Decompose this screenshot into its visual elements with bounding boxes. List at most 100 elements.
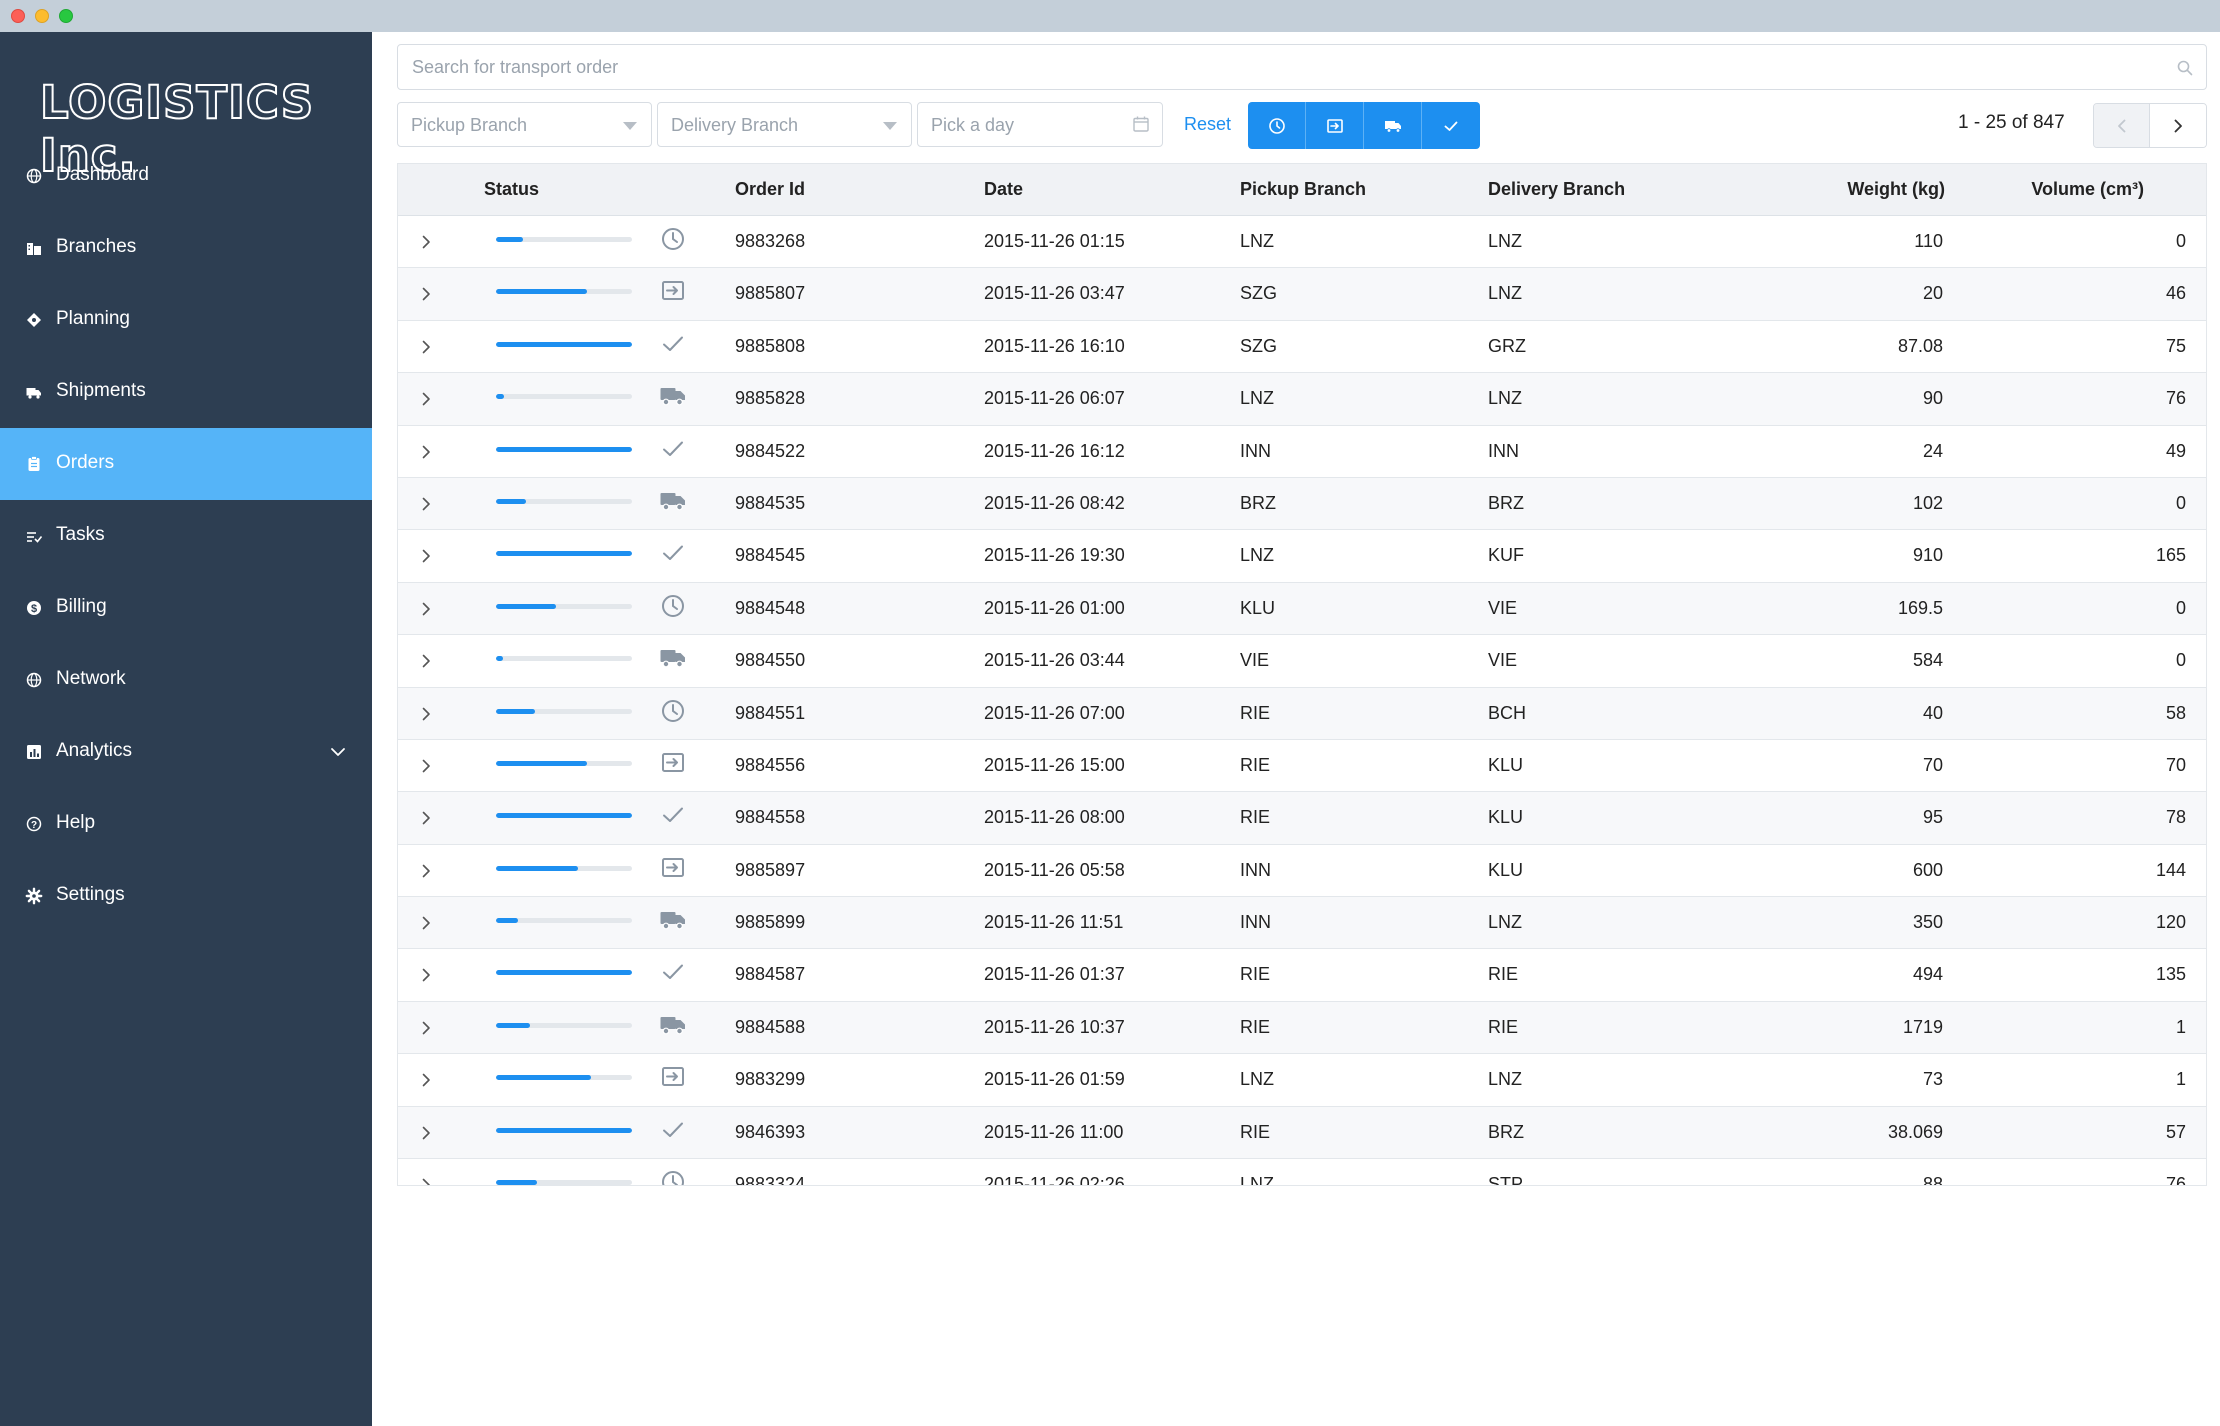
day-picker[interactable]: Pick a day <box>917 102 1163 147</box>
chevron-right-icon[interactable] <box>418 1125 434 1141</box>
table-row[interactable]: 9884587 2015-11-26 01:37 RIE RIE 494 135 <box>398 949 2206 1002</box>
sidebar-item-tasks[interactable]: Tasks <box>0 500 372 572</box>
table-row[interactable]: 9884556 2015-11-26 15:00 RIE KLU 70 70 <box>398 740 2206 793</box>
table-row[interactable]: 9884550 2015-11-26 03:44 VIE VIE 584 0 <box>398 635 2206 688</box>
table-row[interactable]: 9883268 2015-11-26 01:15 LNZ LNZ 110 0 <box>398 216 2206 269</box>
truck-icon <box>1384 120 1401 133</box>
table-row[interactable]: 9883299 2015-11-26 01:59 LNZ LNZ 73 1 <box>398 1054 2206 1107</box>
sidebar-item-shipments[interactable]: Shipments <box>0 356 372 428</box>
table-row[interactable]: 9884548 2015-11-26 01:00 KLU VIE 169.5 0 <box>398 582 2206 636</box>
progress-bar <box>496 551 632 557</box>
date-cell: 2015-11-26 19:30 <box>984 545 1125 566</box>
sidebar-item-label: Shipments <box>56 380 146 401</box>
table-row[interactable]: 9884551 2015-11-26 07:00 RIE BCH 40 58 <box>398 687 2206 740</box>
chevron-right-icon[interactable] <box>418 915 434 931</box>
progress-fill <box>496 656 503 662</box>
volume-cell: 76 <box>2165 388 2186 409</box>
chevron-right-icon[interactable] <box>418 234 434 250</box>
column-header-order-id[interactable]: Order Id <box>735 179 805 200</box>
table-row[interactable]: 9884545 2015-11-26 19:30 LNZ KUF 910 165 <box>398 530 2206 583</box>
date-cell: 2015-11-26 01:37 <box>984 964 1125 985</box>
delivery-branch-cell: KLU <box>1488 859 1524 880</box>
sidebar-item-label: Planning <box>56 308 130 329</box>
table-row[interactable]: 9885807 2015-11-26 03:47 SZG LNZ 20 46 <box>398 268 2206 321</box>
sidebar-item-help[interactable]: ? Help <box>0 788 372 860</box>
table-row[interactable]: 9846393 2015-11-26 11:00 RIE BRZ 38.069 57 <box>398 1106 2206 1160</box>
sidebar-item-orders[interactable]: Orders <box>0 428 372 500</box>
column-header-date[interactable]: Date <box>984 179 1023 200</box>
window-close-button[interactable] <box>11 9 25 23</box>
volume-cell: 120 <box>2155 912 2186 933</box>
window-minimize-button[interactable] <box>35 9 49 23</box>
sidebar-item-dashboard[interactable]: Dashboard <box>0 140 372 212</box>
chevron-right-icon[interactable] <box>418 444 434 460</box>
filter-truck-button[interactable] <box>1364 102 1422 149</box>
chevron-right-icon[interactable] <box>418 706 434 722</box>
order-id-cell: 9884587 <box>735 964 806 985</box>
chevron-right-icon[interactable] <box>418 339 434 355</box>
pickup-branch-select[interactable]: Pickup Branch <box>397 102 652 147</box>
pickup-branch-cell: LNZ <box>1240 388 1275 409</box>
search-icon[interactable] <box>2176 59 2194 77</box>
chevron-right-icon[interactable] <box>418 967 434 983</box>
table-row[interactable]: 9884588 2015-11-26 10:37 RIE RIE 1719 1 <box>398 1001 2206 1055</box>
next-page-button[interactable] <box>2150 104 2206 147</box>
chevron-right-icon[interactable] <box>418 1177 434 1186</box>
table-row[interactable]: 9884558 2015-11-26 08:00 RIE KLU 95 78 <box>398 792 2206 845</box>
order-id-cell: 9884556 <box>735 754 806 775</box>
column-header-volume[interactable]: Volume (cm³) <box>2031 179 2144 200</box>
chevron-right-icon[interactable] <box>418 810 434 826</box>
volume-cell: 165 <box>2155 545 2186 566</box>
chevron-right-icon[interactable] <box>418 758 434 774</box>
sidebar-item-settings[interactable]: Settings <box>0 860 372 932</box>
order-id-cell: 9884535 <box>735 492 806 513</box>
filter-check-button[interactable] <box>1422 102 1480 149</box>
chevron-right-icon[interactable] <box>418 496 434 512</box>
table-row[interactable]: 9885897 2015-11-26 05:58 INN KLU 600 144 <box>398 845 2206 898</box>
status-filter-group <box>1248 102 1480 149</box>
chevron-right-icon[interactable] <box>418 391 434 407</box>
chevron-right-icon[interactable] <box>418 863 434 879</box>
sidebar-item-analytics[interactable]: Analytics <box>0 716 372 788</box>
chevron-down-icon[interactable] <box>328 742 348 762</box>
sidebar-item-network[interactable]: Network <box>0 644 372 716</box>
date-cell: 2015-11-26 06:07 <box>984 388 1125 409</box>
chevron-right-icon[interactable] <box>418 601 434 617</box>
order-id-cell: 9884588 <box>735 1016 806 1037</box>
search-bar <box>397 44 2207 90</box>
truck-icon <box>660 1016 685 1035</box>
chevron-right-icon[interactable] <box>418 286 434 302</box>
table-row[interactable]: 9885828 2015-11-26 06:07 LNZ LNZ 90 76 <box>398 373 2206 426</box>
window-maximize-button[interactable] <box>59 9 73 23</box>
date-cell: 2015-11-26 10:37 <box>984 1016 1125 1037</box>
table-row[interactable]: 9885899 2015-11-26 11:51 INN LNZ 350 120 <box>398 897 2206 950</box>
truck-icon <box>26 388 41 399</box>
tasks-icon <box>27 532 43 543</box>
table-row[interactable]: 9884522 2015-11-26 16:12 INN INN 24 49 <box>398 426 2206 478</box>
progress-bar <box>496 970 632 976</box>
orders-table: Status Order Id Date Pickup Branch Deliv… <box>397 163 2207 1186</box>
filter-transfer-button[interactable] <box>1306 102 1364 149</box>
progress-bar <box>496 446 632 452</box>
chevron-right-icon[interactable] <box>418 548 434 564</box>
chevron-right-icon[interactable] <box>418 1020 434 1036</box>
column-header-delivery-branch[interactable]: Delivery Branch <box>1488 179 1625 200</box>
table-row[interactable]: 9884535 2015-11-26 08:42 BRZ BRZ 102 0 <box>398 477 2206 531</box>
sidebar-item-branches[interactable]: Branches <box>0 212 372 284</box>
column-header-weight[interactable]: Weight (kg) <box>1847 179 1945 200</box>
reset-button[interactable]: Reset <box>1184 114 1231 135</box>
sidebar-item-billing[interactable]: $ Billing <box>0 572 372 644</box>
search-input[interactable] <box>412 55 2112 79</box>
chevron-right-icon[interactable] <box>418 653 434 669</box>
chevron-right-icon[interactable] <box>418 1072 434 1088</box>
filter-clock-button[interactable] <box>1248 102 1306 149</box>
previous-page-button[interactable] <box>2094 104 2151 147</box>
column-header-status[interactable]: Status <box>484 179 539 200</box>
table-row[interactable]: 9885808 2015-11-26 16:10 SZG GRZ 87.08 75 <box>398 321 2206 374</box>
sidebar-item-planning[interactable]: Planning <box>0 284 372 356</box>
order-id-cell: 9883324 <box>735 1174 806 1186</box>
delivery-branch-select[interactable]: Delivery Branch <box>657 102 912 147</box>
table-row[interactable]: 9883324 2015-11-26 02:26 LNZ STP 88 76 <box>398 1159 2206 1186</box>
delivery-branch-cell: LNZ <box>1488 1069 1523 1090</box>
column-header-pickup-branch[interactable]: Pickup Branch <box>1240 179 1366 200</box>
